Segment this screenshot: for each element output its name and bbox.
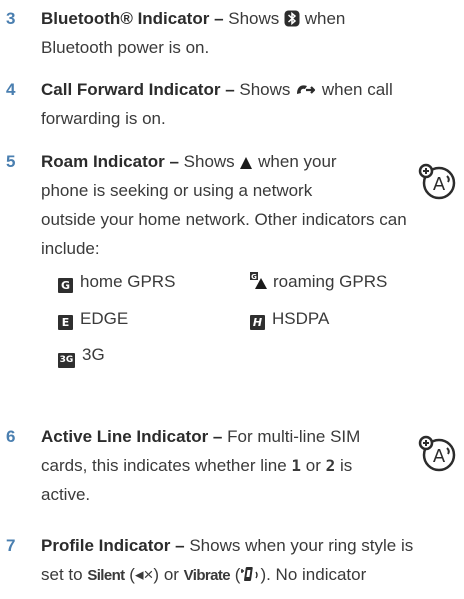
accessibility-note-icon-2: A	[418, 435, 456, 472]
silent-label: Silent	[87, 567, 125, 584]
item-title: Call Forward Indicator –	[41, 80, 235, 99]
vibrate-label: Vibrate	[183, 567, 231, 584]
item-title: Profile Indicator –	[41, 536, 185, 555]
silent-icon: (◂×)	[129, 565, 160, 584]
item-number: 7	[6, 536, 16, 555]
item-number: 3	[6, 9, 16, 28]
indicator-hsdpa: H HSDPA	[250, 304, 329, 333]
indicator-3g: 3G 3G	[58, 340, 105, 369]
item-number: 4	[6, 80, 16, 99]
gprs-home-icon: G	[58, 278, 73, 293]
indicator-home-gprs: Ghome GPRS	[58, 267, 175, 296]
bluetooth-icon	[284, 10, 300, 27]
svg-text:G: G	[251, 273, 257, 281]
item-number: 6	[6, 427, 16, 446]
roam-triangle-icon	[240, 157, 253, 169]
item-title: Roam Indicator –	[41, 152, 179, 171]
item-title: Active Line Indicator –	[41, 427, 223, 446]
indicator-roaming-gprs: Groaming GPRS	[250, 272, 388, 291]
call-forward-icon	[297, 85, 316, 94]
indicator-edge: E EDGE	[58, 304, 128, 333]
gprs-roaming-icon: G	[250, 272, 267, 289]
accessibility-note-icon: A	[418, 163, 456, 200]
vibrate-icon	[241, 567, 259, 581]
edge-icon: E	[58, 315, 73, 330]
hsdpa-icon: H	[250, 315, 265, 330]
svg-text:A: A	[433, 446, 446, 467]
item-title: Bluetooth® Indicator –	[41, 9, 224, 28]
item-number: 5	[6, 152, 16, 171]
svg-text:A: A	[433, 174, 446, 195]
3g-icon: 3G	[58, 353, 75, 368]
